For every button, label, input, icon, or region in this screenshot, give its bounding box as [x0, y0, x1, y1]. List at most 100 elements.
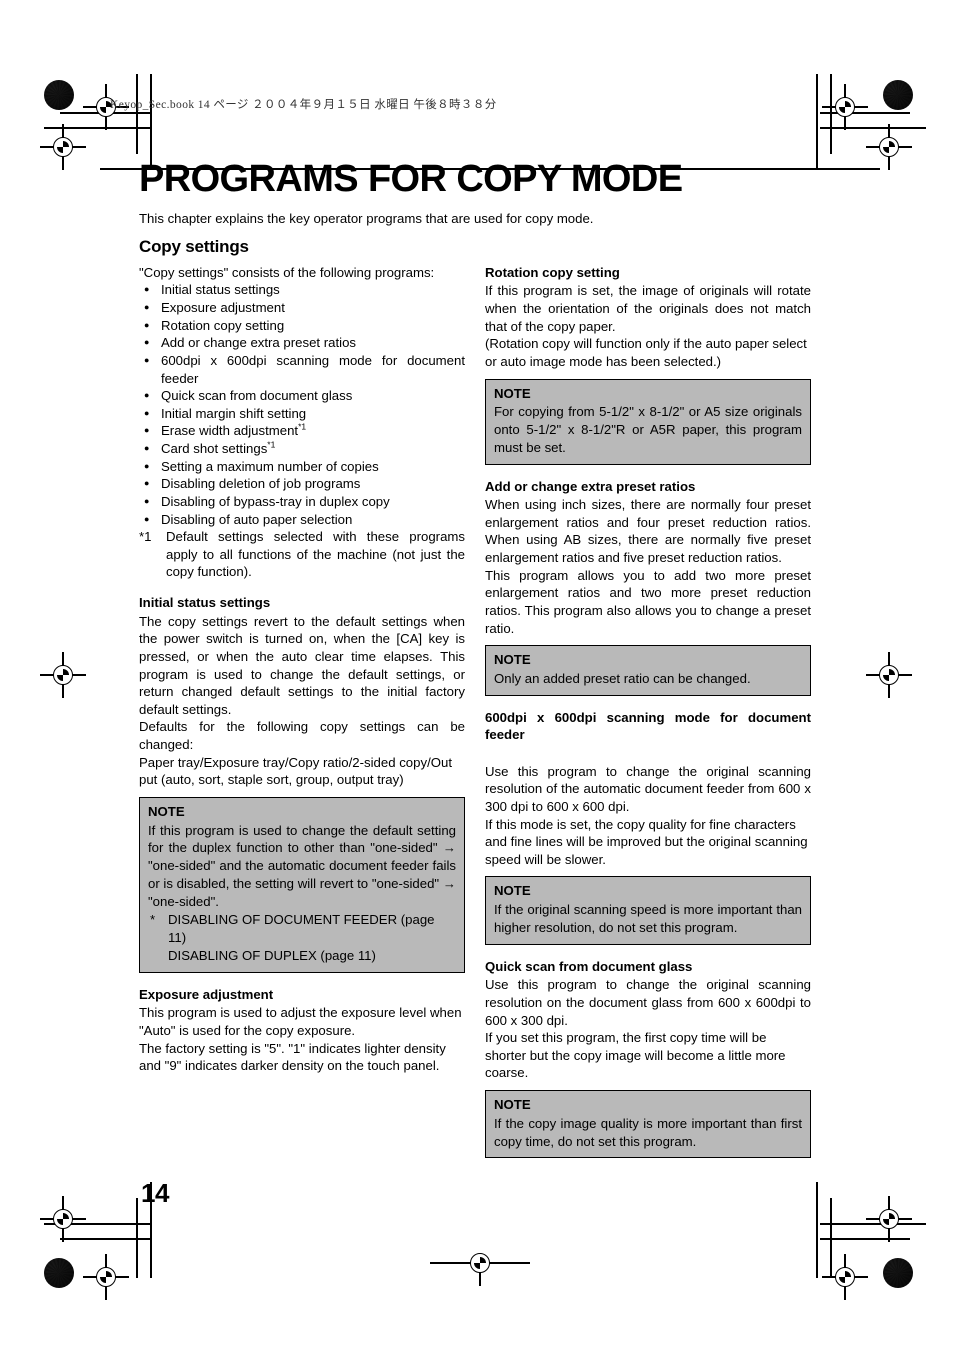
footnote-marker-label: *1 [139, 529, 152, 545]
crop-mark-line [60, 1238, 150, 1240]
quick-scan-para-2: If you set this program, the first copy … [485, 1030, 786, 1081]
note-body: For copying from 5-1/2" x 8-1/2" or A5 s… [494, 404, 802, 455]
list-item-label: Setting a maximum number of copies [161, 458, 379, 474]
list-item: Card shot settings*1 [139, 440, 465, 458]
crop-mark-line [430, 1262, 530, 1264]
note-star-marker: * [150, 912, 156, 928]
heading-exposure-adjustment: Exposure adjustment [139, 986, 274, 1002]
note-label: NOTE [148, 803, 185, 819]
color-registration-dot-bottom-left [44, 1258, 74, 1288]
list-item: Disabling of bypass-tray in duplex copy [139, 493, 465, 511]
heading-initial-status-settings: Initial status settings [139, 595, 271, 611]
registration-target-mid-right [866, 652, 912, 698]
note-label: NOTE [494, 652, 531, 668]
note-ref-line-1: DISABLING OF DOCUMENT FEEDER (page 11) [168, 912, 435, 946]
quick-scan-para-1: Use this program to change the original … [485, 977, 811, 1028]
rotation-para-1: If this program is set, the image of ori… [485, 283, 811, 334]
initial-status-para-3: Paper tray/Exposure tray/Copy ratio/2-si… [139, 754, 452, 788]
heading-add-or-change-extra-preset-ratios: Add or change extra preset ratios [485, 478, 696, 494]
list-item: Erase width adjustment*1 [139, 422, 465, 440]
two-column-layout: "Copy settings" consists of the followin… [139, 264, 811, 1159]
note-box-rotation: NOTE For copying from 5-1/2" x 8-1/2" or… [485, 378, 811, 465]
color-registration-dot-bottom-right [883, 1258, 913, 1288]
crop-mark-line [136, 1198, 138, 1278]
crop-mark-line [820, 127, 926, 129]
scanning-600-para-1: Use this program to change the original … [485, 763, 811, 814]
initial-status-para-1: The copy settings revert to the default … [139, 613, 465, 717]
footnote-marker: *1 [267, 439, 276, 450]
note-box-preset-ratios: NOTE Only an added preset ratio can be c… [485, 645, 811, 696]
list-item-label: Card shot settings [161, 441, 268, 457]
note-label: NOTE [494, 883, 531, 899]
right-column: Rotation copy setting If this program is… [485, 264, 811, 1159]
note-label: NOTE [494, 385, 531, 401]
note-body: If the copy image quality is more import… [494, 1115, 802, 1149]
note-body: If the original scanning speed is more i… [494, 902, 802, 935]
page-content: PROGRAMS FOR COPY MODE This chapter expl… [139, 159, 811, 1159]
preset-ratios-para-2: This program allows you to add two more … [485, 567, 811, 636]
list-item-label: Initial status settings [161, 282, 280, 298]
crop-mark-line [820, 112, 910, 114]
list-item: Setting a maximum number of copies [139, 458, 465, 476]
list-item-label: Disabling deletion of job programs [161, 476, 361, 492]
list-item-label: Erase width adjustment [161, 423, 299, 439]
crop-mark-line [830, 74, 832, 154]
color-registration-dot-top-right [883, 80, 913, 110]
rotation-para-2: (Rotation copy will function only if the… [485, 336, 807, 369]
list-item-label: 600dpi x 600dpi scanning mode for docume… [161, 352, 465, 386]
crop-mark-line [830, 1198, 832, 1278]
registration-target-bottom-right [822, 1254, 868, 1300]
note-body: If this program is used to change the de… [148, 822, 456, 909]
registration-target-bottom-left [83, 1254, 129, 1300]
list-item-label: Add or change extra preset ratios [161, 335, 356, 351]
list-item: Exposure adjustment [139, 299, 465, 317]
footnote-text: Default settings selected with these pro… [166, 529, 465, 580]
crop-mark-line [44, 127, 150, 129]
note-box-quick-scan: NOTE If the copy image quality is more i… [485, 1090, 811, 1159]
page-number: 14 [141, 1178, 169, 1208]
note-box-scanning-600: NOTE If the original scanning speed is m… [485, 876, 811, 945]
crop-mark-line [150, 74, 152, 170]
list-item: 600dpi x 600dpi scanning mode for docume… [139, 352, 465, 387]
list-item: Disabling of auto paper selection [139, 511, 465, 529]
list-item: Quick scan from document glass [139, 387, 465, 405]
preset-ratios-para-1: When using inch sizes, there are normall… [485, 497, 811, 566]
crop-mark-line [820, 1238, 910, 1240]
list-item-label: Rotation copy setting [161, 317, 285, 333]
footnote: *1 Default settings selected with these p… [139, 528, 465, 581]
initial-status-para-2: Defaults for the following copy settings… [139, 719, 465, 753]
list-item: Rotation copy setting [139, 317, 465, 335]
crop-mark-line [60, 112, 150, 114]
list-intro: "Copy settings" consists of the followin… [139, 264, 435, 280]
footnote-marker: *1 [298, 422, 307, 433]
crop-mark-line [820, 1223, 926, 1225]
crop-mark-line [816, 74, 818, 170]
list-item-label: Initial margin shift setting [161, 405, 307, 421]
note-cross-reference: * DISABLING OF DOCUMENT FEEDER (page 11)… [148, 911, 456, 964]
left-column: "Copy settings" consists of the followin… [139, 264, 465, 1075]
color-registration-dot-top-left [44, 80, 74, 110]
note-body: Only an added preset ratio can be change… [494, 671, 751, 687]
list-item-label: Disabling of auto paper selection [161, 511, 353, 527]
registration-target-top-right [822, 84, 868, 130]
registration-target-bottom-center [457, 1240, 503, 1286]
crop-mark-line [136, 74, 138, 154]
exposure-para-1: This program is used to adjust the expos… [139, 1005, 462, 1038]
heading-600dpi-scanning-mode: 600dpi x 600dpi scanning mode for docume… [485, 709, 811, 743]
note-ref-line-2: DISABLING OF DUPLEX (page 11) [168, 947, 376, 963]
copy-settings-program-list: Initial status settings Exposure adjustm… [139, 281, 465, 528]
list-item-label: Disabling of bypass-tray in duplex copy [161, 493, 390, 509]
note-label: NOTE [494, 1097, 531, 1113]
crop-mark-line [44, 1223, 150, 1225]
chapter-intro: This chapter explains the key operator p… [139, 210, 594, 226]
heading-quick-scan-from-document-glass: Quick scan from document glass [485, 958, 693, 974]
registration-target-top-left-lower [40, 124, 86, 170]
scanning-600-para-2: If this mode is set, the copy quality fo… [485, 816, 808, 867]
list-item: Disabling deletion of job programs [139, 475, 465, 493]
exposure-para-2: The factory setting is "5". "1" indicate… [139, 1040, 446, 1074]
registration-target-mid-left [40, 652, 86, 698]
registration-target-bottom-right-upper [866, 1196, 912, 1242]
registration-target-top-right-lower [866, 124, 912, 170]
heading-rotation-copy-setting: Rotation copy setting [485, 264, 620, 280]
registration-target-bottom-left-upper [40, 1196, 86, 1242]
